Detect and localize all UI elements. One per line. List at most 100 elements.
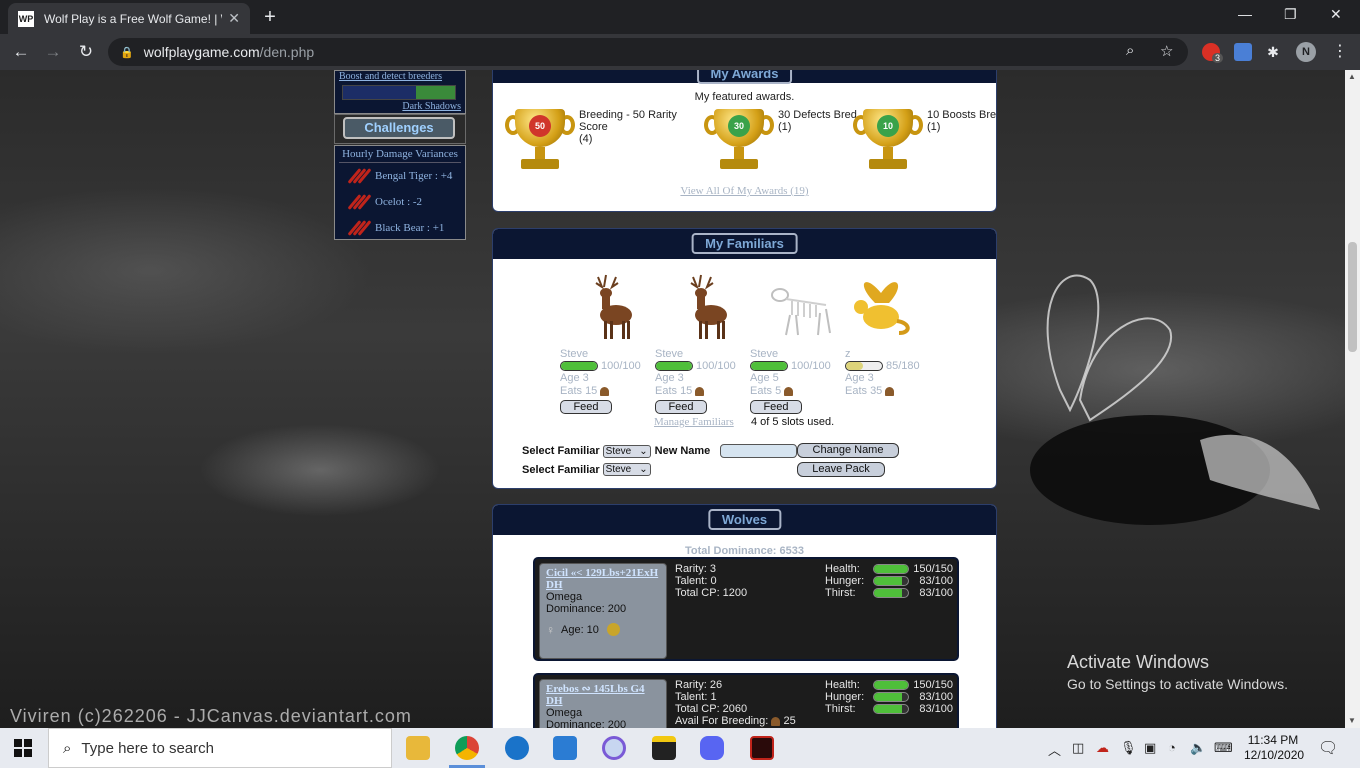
wolf-name-link[interactable]: Erebos ∾ 145Lbs G4 DH bbox=[546, 683, 645, 707]
familiar-card: Steve 100/100 Age 5 Eats 5 Feed bbox=[750, 273, 840, 414]
thirst-bar bbox=[873, 588, 909, 598]
dark-shadows-link[interactable]: Dark Shadows bbox=[339, 101, 461, 112]
extensions-puzzle-icon[interactable]: ✱ bbox=[1262, 41, 1284, 63]
tray-keyboard-icon[interactable]: ⌨ bbox=[1214, 740, 1233, 756]
feed-button[interactable]: Feed bbox=[655, 400, 707, 414]
familiar-name: Steve bbox=[560, 348, 589, 360]
familiar-health: 100/100 bbox=[750, 360, 840, 372]
health-fill bbox=[874, 681, 908, 689]
zoom-icon[interactable]: ⌕ bbox=[1126, 42, 1134, 59]
close-window-icon[interactable]: ✕ bbox=[1330, 6, 1342, 23]
featured-awards-text: My featured awards. bbox=[694, 91, 795, 103]
health-value: 150/150 bbox=[913, 563, 953, 575]
familiar-select[interactable]: Steve ⌄ bbox=[602, 444, 651, 458]
award-text: 10 Boosts Bred (1) bbox=[927, 109, 997, 175]
back-icon[interactable]: ← bbox=[10, 41, 32, 63]
familiar-eats-text: Eats 15 bbox=[560, 385, 598, 397]
thirst-bar bbox=[873, 704, 909, 714]
page-scrollbar[interactable]: ▲ ▼ bbox=[1345, 70, 1360, 728]
total-dominance: Total Dominance: 6533 bbox=[685, 545, 804, 557]
mushroom-icon bbox=[784, 386, 794, 396]
extension-blue-icon[interactable] bbox=[1234, 43, 1252, 61]
close-tab-icon[interactable]: ✕ bbox=[228, 10, 240, 27]
restore-icon[interactable]: ❐ bbox=[1284, 6, 1297, 23]
coin-icon[interactable] bbox=[606, 623, 620, 636]
sticky-notes-icon[interactable] bbox=[652, 736, 676, 760]
thirst-fill bbox=[874, 589, 903, 597]
reload-icon[interactable]: ↻ bbox=[75, 41, 97, 63]
view-all-awards-link[interactable]: View All Of My Awards (19) bbox=[493, 185, 996, 197]
scroll-down-icon[interactable]: ▼ bbox=[1348, 716, 1356, 725]
mail-icon[interactable] bbox=[553, 736, 577, 760]
cortana-c-icon[interactable] bbox=[505, 736, 529, 760]
wolf-card: Cicil «< 129Lbs+21ExH DH Omega Dominance… bbox=[533, 557, 959, 661]
familiars-title: My Familiars bbox=[691, 233, 798, 254]
browser-tab[interactable]: WP Wolf Play is a Free Wolf Game! | W ✕ bbox=[8, 3, 250, 34]
deer-icon bbox=[690, 274, 727, 339]
game-app-icon[interactable] bbox=[750, 736, 774, 760]
wolf-rarity: Rarity: 3 bbox=[675, 563, 716, 575]
hunger-row: Hunger: 83/100 bbox=[825, 575, 953, 587]
variance-item: Ocelot : -2 bbox=[339, 189, 461, 215]
slots-used-text: 4 of 5 slots used. bbox=[751, 416, 835, 428]
address-bar[interactable]: 🔒 wolfplaygame.com/den.php ⌕ ☆ bbox=[108, 38, 1188, 66]
boost-breeders-link[interactable]: Boost and detect breeders bbox=[339, 71, 461, 82]
tray-mic-icon[interactable]: 🎙 bbox=[1120, 740, 1137, 756]
feed-button[interactable]: Feed bbox=[560, 400, 612, 414]
tray-meet-icon[interactable]: ◫ bbox=[1072, 740, 1084, 756]
hunger-fill bbox=[874, 577, 903, 585]
paint-icon[interactable] bbox=[602, 736, 626, 760]
clock-date: 12/10/2020 bbox=[1244, 748, 1305, 762]
new-tab-button[interactable]: + bbox=[258, 6, 282, 30]
health-bar bbox=[560, 361, 598, 371]
scrollbar-thumb[interactable] bbox=[1348, 242, 1357, 352]
tray-display-icon[interactable]: ▣ bbox=[1144, 740, 1156, 756]
award-count: (4) bbox=[579, 133, 593, 145]
tray-wifi-icon[interactable]: ◔ bbox=[1168, 740, 1176, 755]
wolf-stats: Rarity: 3 Talent: 0 Total CP: 1200 bbox=[675, 563, 747, 599]
leave-pack-button[interactable]: Leave Pack bbox=[797, 462, 885, 477]
forward-icon[interactable]: → bbox=[42, 41, 64, 63]
familiar-eats: Eats 15 bbox=[655, 385, 745, 398]
award-item[interactable]: 50 Breeding - 50 Rarity Score (4) bbox=[503, 107, 681, 175]
damage-variance-box: Hourly Damage Variances Bengal Tiger : +… bbox=[334, 145, 466, 240]
extension-badge: 3 bbox=[1212, 53, 1224, 63]
bookmark-star-icon[interactable]: ☆ bbox=[1160, 42, 1173, 60]
tray-volume-icon[interactable]: 🔈 bbox=[1190, 740, 1206, 756]
profile-avatar[interactable]: N bbox=[1296, 42, 1316, 62]
wolf-name-link[interactable]: Cicil «< 129Lbs+21ExH DH bbox=[546, 567, 658, 591]
manage-familiars-link[interactable]: Manage Familiars bbox=[654, 416, 734, 428]
challenges-button[interactable]: Challenges bbox=[343, 117, 455, 139]
page-viewport: Boost and detect breeders Dark Shadows C… bbox=[0, 70, 1360, 728]
scroll-up-icon[interactable]: ▲ bbox=[1348, 72, 1356, 81]
chrome-icon[interactable] bbox=[455, 736, 479, 760]
browser-menu-icon[interactable]: ⋮ bbox=[1332, 41, 1348, 61]
new-name-input[interactable] bbox=[720, 444, 798, 458]
wolf-vitals: Health: 150/150 Hunger: 83/100 Thirst: 83/1… bbox=[825, 563, 953, 599]
familiar-age: Age 3 bbox=[560, 372, 589, 384]
change-name-button[interactable]: Change Name bbox=[797, 443, 899, 458]
activate-windows-notice: Activate Windows Go to Settings to activ… bbox=[1067, 652, 1288, 692]
feed-button[interactable]: Feed bbox=[750, 400, 802, 414]
notification-icon[interactable]: 🗨 bbox=[1318, 738, 1338, 758]
awards-panel: My Awards My featured awards. 50 Breedin… bbox=[492, 70, 997, 212]
wolf-age: Age: 10 bbox=[561, 623, 599, 636]
tab-title: Wolf Play is a Free Wolf Game! | W bbox=[44, 11, 223, 26]
url-host: wolfplaygame.com bbox=[143, 44, 260, 60]
taskbar-clock[interactable]: 11:34 PM 12/10/2020 bbox=[1244, 733, 1305, 763]
windows-start-icon[interactable] bbox=[14, 739, 32, 757]
familiar-name: Steve bbox=[750, 348, 779, 360]
discord-icon[interactable] bbox=[700, 736, 724, 760]
tray-chevron-up-icon[interactable]: ︿ bbox=[1048, 740, 1061, 759]
taskbar-search[interactable]: ⌕ Type here to search bbox=[48, 728, 392, 768]
tray-onedrive-icon[interactable]: ☁ bbox=[1096, 740, 1109, 756]
file-explorer-icon[interactable] bbox=[406, 736, 430, 760]
award-name: 10 Boosts Bred bbox=[927, 109, 997, 121]
rename-row: Select Familiar Steve ⌄ New Name bbox=[522, 444, 798, 458]
claw-icon bbox=[347, 167, 372, 185]
familiar-select[interactable]: Steve ⌄ bbox=[602, 463, 651, 476]
wolf-rarity: Rarity: 26 bbox=[675, 679, 723, 691]
award-item[interactable]: 10 10 Boosts Bred (1) bbox=[851, 107, 997, 175]
minimize-icon[interactable]: — bbox=[1238, 6, 1252, 22]
familiar-name: Steve bbox=[655, 348, 684, 360]
